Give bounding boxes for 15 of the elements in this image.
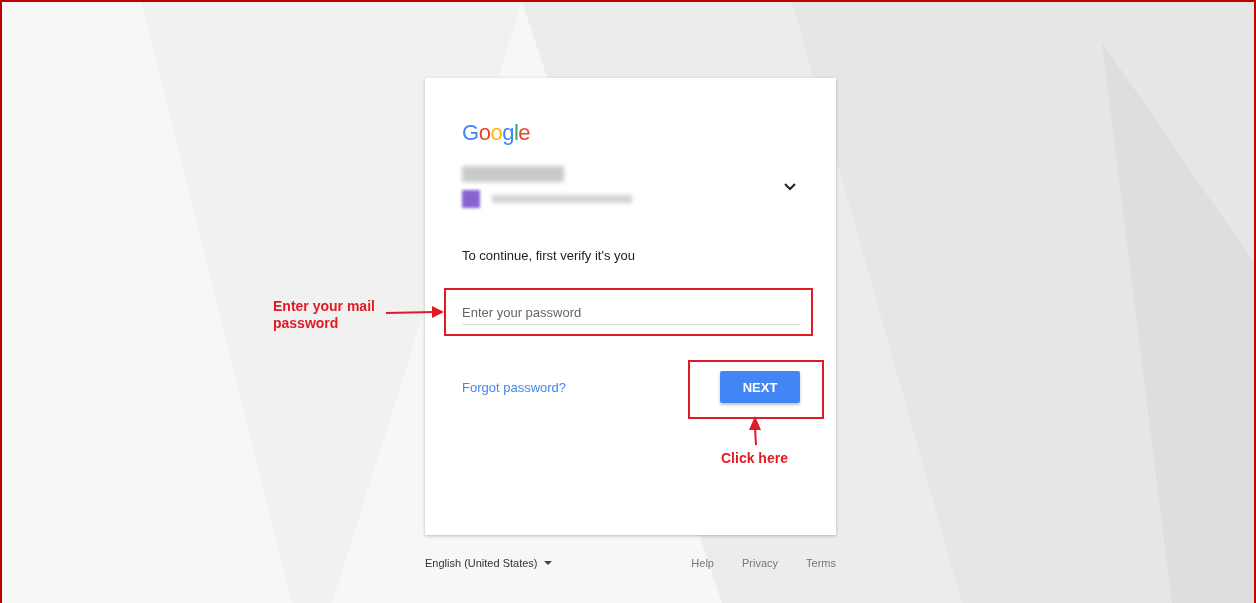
annotation-text: Enter your mail password: [273, 298, 376, 332]
google-logo: Google: [462, 120, 530, 146]
next-button[interactable]: NEXT: [720, 371, 800, 403]
avatar-icon: [462, 190, 480, 208]
chevron-down-icon[interactable]: [784, 183, 796, 191]
prompt-text: To continue, first verify it's you: [462, 248, 636, 263]
footer-link[interactable]: Privacy: [742, 557, 779, 569]
footer-link[interactable]: Terms: [806, 557, 836, 569]
arrow: [749, 416, 761, 446]
footer-link[interactable]: Help: [691, 557, 714, 569]
caret-icon: [543, 561, 552, 565]
arrow: [385, 306, 444, 318]
language-selector[interactable]: English (United States): [425, 557, 552, 569]
annotation-text: Click here: [721, 450, 788, 467]
forgot-password-link[interactable]: Forgot password?: [462, 379, 567, 395]
